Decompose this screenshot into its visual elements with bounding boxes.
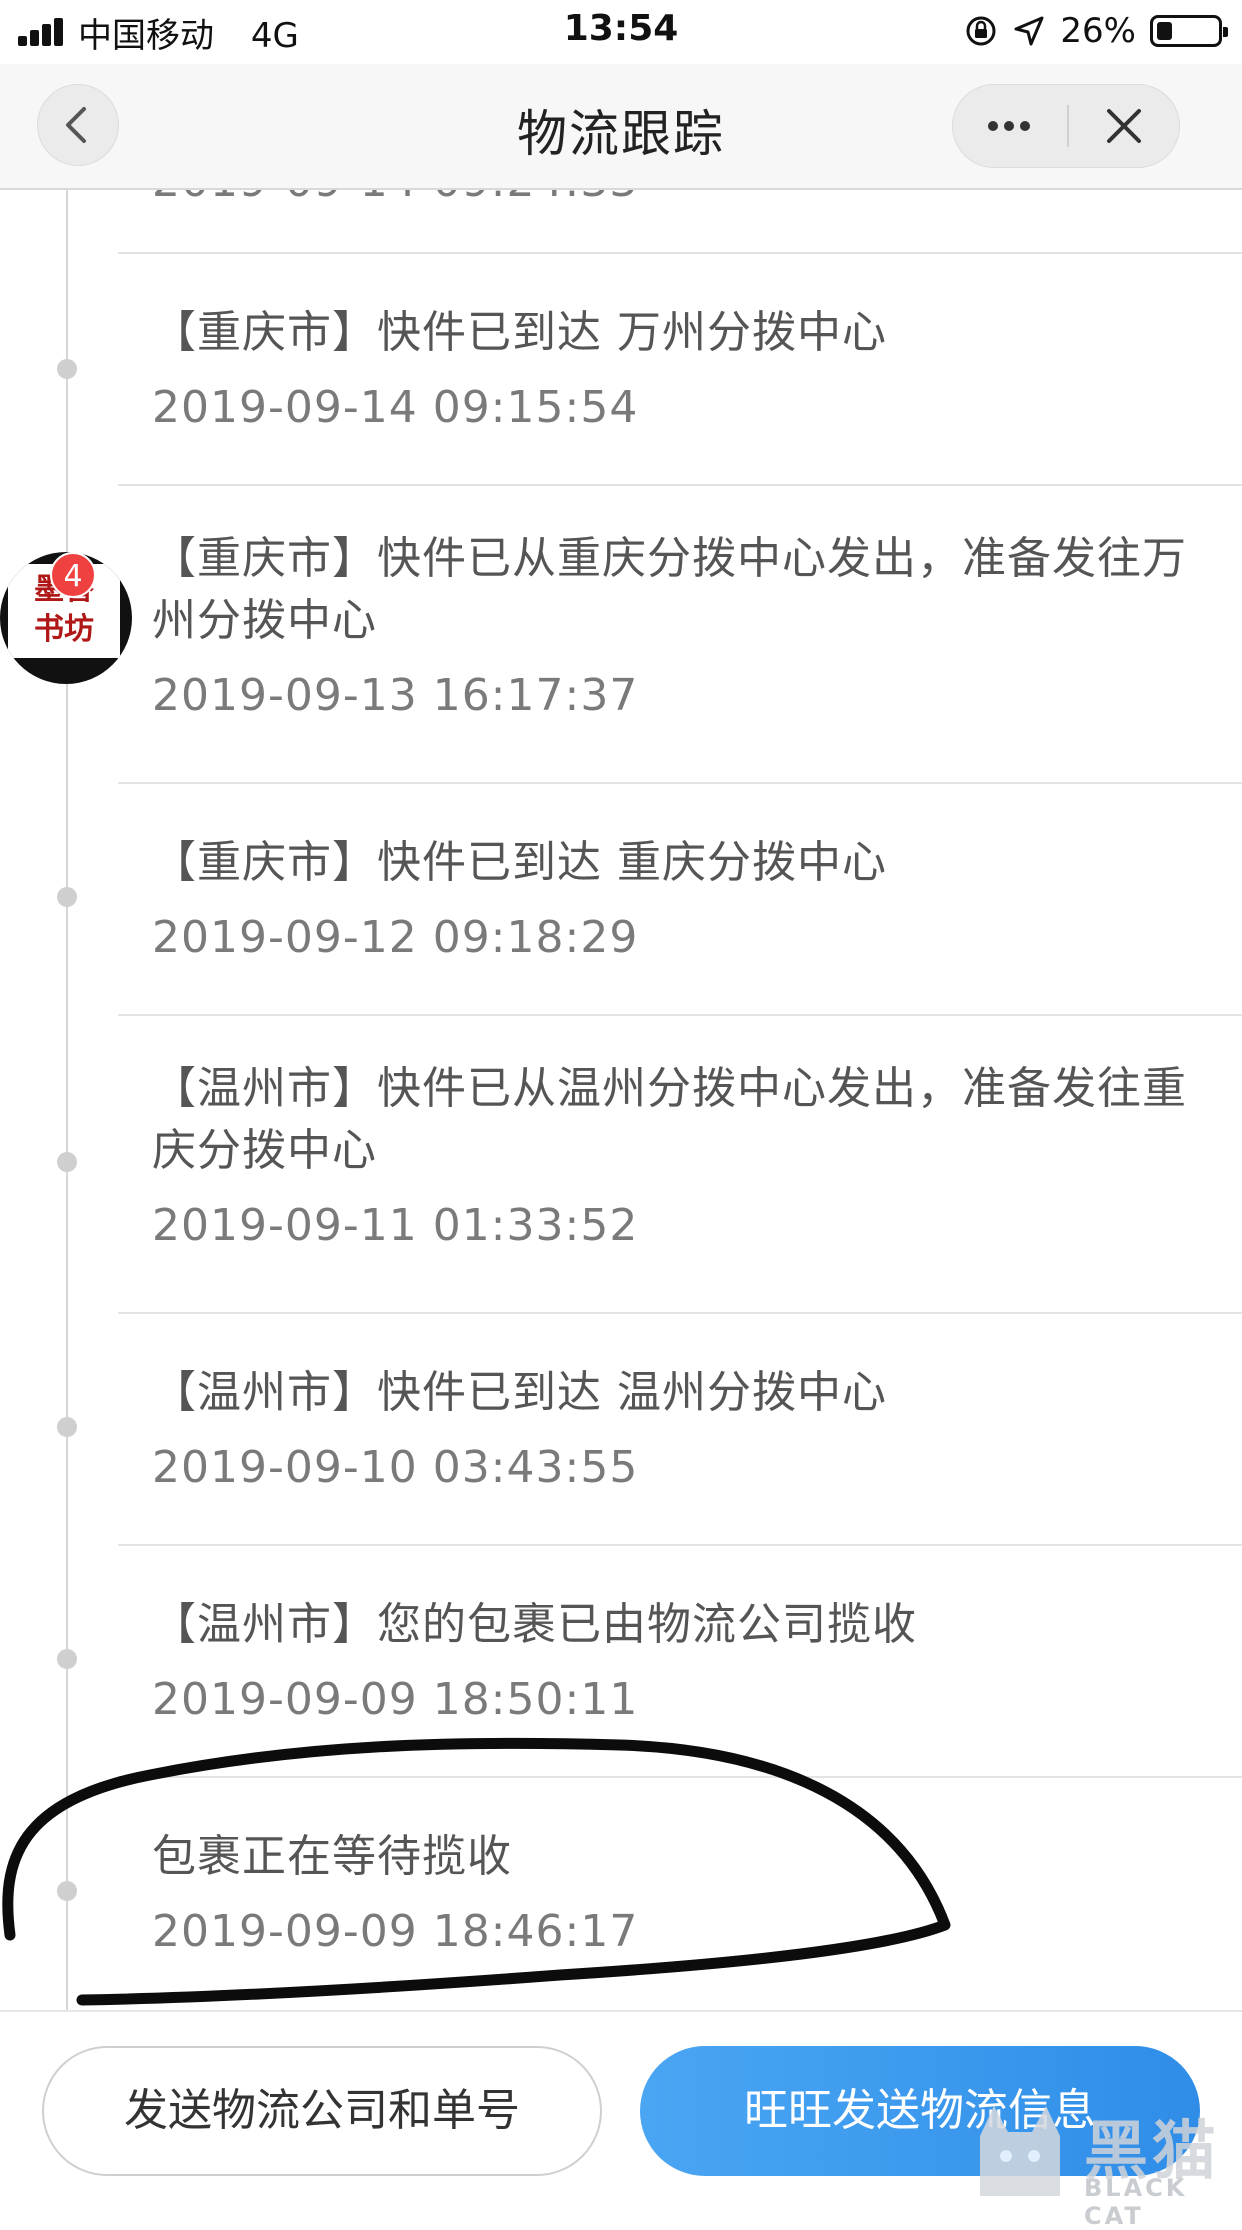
entry-time: 2019-09-09 18:46:17 [152, 1906, 639, 1957]
unread-badge: 4 [50, 552, 96, 598]
timeline-entry: 包裹正在等待揽收 2019-09-09 18:46:17 [118, 1776, 1242, 2010]
timeline-entry: 【温州市】您的包裹已由物流公司揽收 2019-09-09 18:50:11 [118, 1544, 1242, 1776]
entry-description: 【重庆市】快件已到达 万州分拨中心 [152, 307, 887, 358]
watermark-subtext: BLACK CAT [1084, 2174, 1188, 2230]
more-button[interactable] [953, 85, 1066, 167]
tracking-timeline: 2019-09-14 09:24:33 【重庆市】快件已到达 万州分拨中心 20… [0, 190, 1242, 2010]
timeline-entry: 【重庆市】快件已从重庆分拨中心发出，准备发往万州分拨中心 2019-09-13 … [118, 484, 1242, 782]
navigation-bar: 物流跟踪 [0, 64, 1242, 190]
more-dots-icon [988, 121, 1030, 131]
status-right: 26% [964, 8, 1228, 54]
entry-description: 【重庆市】快件已到达 重庆分拨中心 [152, 837, 887, 888]
entry-description: 【温州市】快件已从温州分拨中心发出，准备发往重庆分拨中心 [152, 1063, 1187, 1176]
timeline-dot [57, 359, 77, 379]
status-bar: 中国移动 4G 13:54 26% [0, 0, 1242, 64]
battery-percent: 26% [1060, 11, 1136, 51]
entry-description: 【温州市】您的包裹已由物流公司揽收 [152, 1599, 917, 1650]
entry-time: 2019-09-13 16:17:37 [152, 670, 639, 721]
location-arrow-icon [1014, 16, 1044, 46]
timeline-entry: 【温州市】快件已从温州分拨中心发出，准备发往重庆分拨中心 2019-09-11 … [118, 1014, 1242, 1312]
black-cat-watermark: 黑猫 BLACK CAT [960, 2096, 1240, 2230]
send-company-number-button[interactable]: 发送物流公司和单号 [42, 2046, 602, 2176]
battery-icon [1150, 15, 1228, 47]
timeline-entry: 【温州市】快件已到达 温州分拨中心 2019-09-10 03:43:55 [118, 1312, 1242, 1544]
timeline-dot [57, 887, 77, 907]
rotation-lock-icon [966, 16, 996, 46]
entry-time: 2019-09-11 01:33:52 [152, 1200, 639, 1251]
timeline-entry: 【重庆市】快件已到达 重庆分拨中心 2019-09-12 09:18:29 [118, 782, 1242, 1014]
entry-time: 2019-09-14 09:15:54 [152, 382, 639, 433]
cat-logo-icon [980, 2106, 1060, 2196]
close-icon [1107, 109, 1141, 143]
timeline-line [66, 190, 68, 2010]
mini-program-capsule [952, 84, 1180, 168]
timeline-dot [57, 1881, 77, 1901]
entry-description: 【温州市】快件已到达 温州分拨中心 [152, 1367, 887, 1418]
cut-off-entry-time: 2019-09-14 09:24:33 [152, 190, 638, 207]
timeline-dot [57, 1152, 77, 1172]
entry-time: 2019-09-09 18:50:11 [152, 1674, 639, 1725]
timeline-dot [57, 1649, 77, 1669]
entry-time: 2019-09-12 09:18:29 [152, 912, 639, 963]
entry-description: 包裹正在等待揽收 [152, 1831, 512, 1882]
timeline-entry: 【重庆市】快件已到达 万州分拨中心 2019-09-14 09:15:54 [118, 252, 1242, 484]
entry-description: 【重庆市】快件已从重庆分拨中心发出，准备发往万州分拨中心 [152, 533, 1187, 646]
entry-time: 2019-09-10 03:43:55 [152, 1442, 639, 1493]
timeline-dot [57, 1417, 77, 1437]
close-button[interactable] [1069, 85, 1179, 167]
